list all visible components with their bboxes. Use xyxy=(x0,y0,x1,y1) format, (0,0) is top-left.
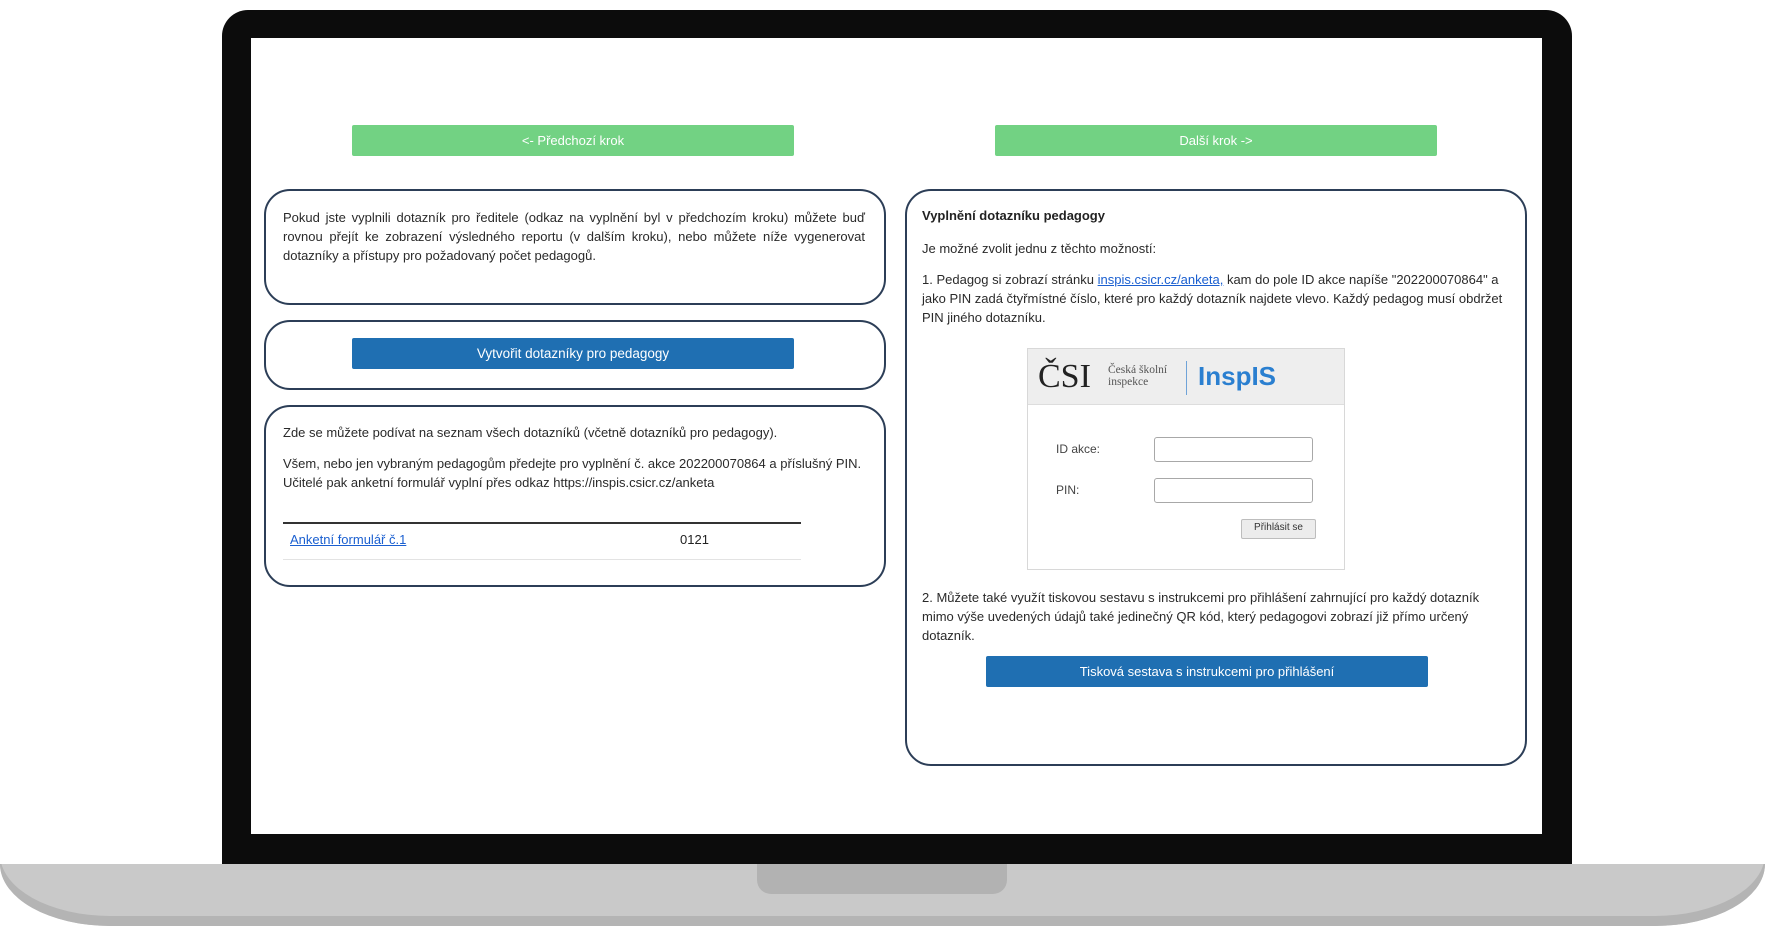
csi-logo-subtitle: Česká školní inspekce xyxy=(1108,364,1168,388)
id-akce-input xyxy=(1154,437,1313,462)
instructions-subtitle: Je možné zvolit jednu z těchto možností: xyxy=(922,241,1157,256)
questionnaire-pin: 0121 xyxy=(680,532,709,547)
inspis-logo: InspIS xyxy=(1198,361,1277,391)
intro-panel: Pokud jste vyplnili dotazník pro ředitel… xyxy=(264,189,886,305)
login-header: ČSI Česká školní inspekce InspIS xyxy=(1028,349,1344,405)
laptop-notch xyxy=(757,864,1007,894)
create-questionnaires-button[interactable]: Vytvořit dotazníky pro pedagogy xyxy=(352,338,794,369)
teacher-instructions-panel: Vyplnění dotazníku pedagogy Je možné zvo… xyxy=(905,189,1527,766)
option-one-pre: 1. Pedagog si zobrazí stránku xyxy=(922,272,1098,287)
instructions-heading: Vyplnění dotazníku pedagogy xyxy=(922,208,1105,223)
id-akce-label: ID akce: xyxy=(1056,442,1101,456)
previous-step-button[interactable]: <- Předchozí krok xyxy=(352,125,794,156)
create-panel: Vytvořit dotazníky pro pedagogy xyxy=(264,320,886,390)
pin-label: PIN: xyxy=(1056,483,1080,497)
questionnaire-link[interactable]: Anketní formulář č.1 xyxy=(290,532,406,547)
list-intro-text: Zde se můžete podívat na seznam všech do… xyxy=(283,425,778,440)
next-step-button[interactable]: Další krok -> xyxy=(995,125,1437,156)
csi-logo: ČSI xyxy=(1038,358,1091,395)
login-form-illustration: ČSI Česká školní inspekce InspIS ID akce:… xyxy=(1027,348,1345,570)
logo-separator xyxy=(1186,361,1187,395)
option-two-text: 2. Můžete také využít tiskovou sestavu s… xyxy=(922,590,1480,643)
print-instructions-button[interactable]: Tisková sestava s instrukcemi pro přihlá… xyxy=(986,656,1428,687)
list-instructions-text: Všem, nebo jen vybraným pedagogům předej… xyxy=(283,456,862,490)
anketa-link[interactable]: inspis.csicr.cz/anketa, xyxy=(1098,272,1224,287)
option-one-text: 1. Pedagog si zobrazí stránku inspis.csi… xyxy=(922,270,1512,327)
pin-input xyxy=(1154,478,1313,503)
laptop-screen: <- Předchozí krok Další krok -> Pokud js… xyxy=(251,38,1542,834)
table-row: Anketní formulář č.1 0121 xyxy=(283,524,801,560)
intro-text: Pokud jste vyplnili dotazník pro ředitel… xyxy=(283,210,865,263)
login-button: Přihlásit se xyxy=(1241,519,1316,539)
questionnaire-list-panel: Zde se můžete podívat na seznam všech do… xyxy=(264,405,886,587)
